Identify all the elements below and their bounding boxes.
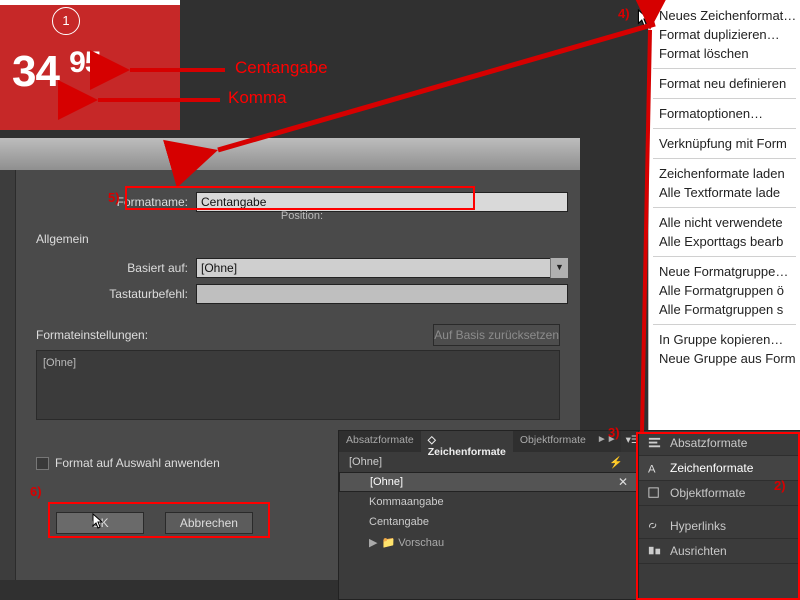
mi-new-group-from[interactable]: Neue Gruppe aus Form (649, 349, 800, 368)
ann-komma: Komma (228, 88, 287, 108)
settings-item: [Ohne] (43, 357, 76, 369)
tab-absatz[interactable]: Absatzformate (339, 431, 421, 452)
link-icon (647, 519, 662, 533)
dock-label: Ausrichten (670, 544, 727, 558)
folder-icon: 📁 (381, 537, 395, 549)
tab-objekt[interactable]: Objektformate (513, 431, 593, 452)
price-display: 34,95 (12, 47, 100, 97)
mi-new-charstyle[interactable]: Neues Zeichenformat… (649, 6, 800, 25)
mi-copy-group[interactable]: In Gruppe kopieren… (649, 330, 800, 349)
style-row-komma[interactable]: Kommaangabe (339, 492, 639, 512)
tab-objekt-label: Objektformate (520, 434, 586, 446)
mi-load-char[interactable]: Zeichenformate laden (649, 164, 800, 183)
price-cents: 95 (69, 46, 100, 79)
ann-centangabe: Centangabe (235, 58, 328, 78)
price-whole: 34 (12, 47, 59, 96)
dock-label: Zeichenformate (670, 461, 753, 475)
tab-absatz-label: Absatzformate (346, 434, 414, 446)
apply-checkbox[interactable] (36, 457, 49, 470)
basedon-select[interactable]: [Ohne] ▼ (196, 258, 568, 278)
object-icon (647, 486, 662, 500)
apply-on-selection-row[interactable]: Format auf Auswahl anwenden (36, 456, 220, 470)
cancel-button[interactable]: Abbrechen (165, 512, 253, 534)
style-row-vorschau[interactable]: ▶ 📁 Vorschau (339, 532, 639, 553)
tab-zeichen[interactable]: ◇ Zeichenformate (421, 431, 513, 452)
dock-objektformate[interactable]: Objektformate (639, 481, 800, 506)
mi-options[interactable]: Formatoptionen… (649, 104, 800, 123)
settings-listbox: [Ohne] (36, 350, 560, 420)
price-ad: 1 34,95 (0, 0, 180, 130)
mi-redefine[interactable]: Format neu definieren (649, 74, 800, 93)
context-menu: Neues Zeichenformat… Format duplizieren…… (648, 0, 800, 430)
dock-zeichenformate[interactable]: A Zeichenformate (639, 456, 800, 481)
menu-separator (653, 207, 796, 208)
style-label: Vorschau (398, 537, 444, 549)
paragraph-icon (647, 436, 662, 450)
close-icon[interactable]: ✕ (618, 473, 628, 491)
panel-expand-icon[interactable]: ►► (593, 431, 621, 452)
position-label: Position: (36, 210, 568, 222)
chevron-down-icon: ▼ (550, 258, 568, 278)
align-icon (647, 544, 662, 558)
mi-close-groups[interactable]: Alle Formatgruppen s (649, 300, 800, 319)
ok-button[interactable]: OK (56, 512, 144, 534)
menu-separator (653, 128, 796, 129)
mi-open-groups[interactable]: Alle Formatgruppen ö (649, 281, 800, 300)
mi-duplicate[interactable]: Format duplizieren… (649, 25, 800, 44)
price-comma: , (59, 63, 69, 107)
character-icon: A (647, 461, 662, 475)
badge-one: 1 (52, 7, 80, 35)
character-styles-panel: Absatzformate ◇ Zeichenformate Objektfor… (338, 430, 640, 600)
shortcut-input[interactable] (196, 284, 568, 304)
menu-separator (653, 324, 796, 325)
menu-separator (653, 68, 796, 69)
image-strip (0, 138, 580, 170)
tab-zeichen-label: Zeichenformate (428, 446, 506, 458)
mi-load-text[interactable]: Alle Textformate lade (649, 183, 800, 202)
svg-text:A: A (648, 463, 656, 474)
mi-link[interactable]: Verknüpfung mit Form (649, 134, 800, 153)
basedon-value: [Ohne] (201, 261, 237, 275)
ann-4: 4) (618, 6, 630, 21)
style-label: [Ohne] (349, 456, 382, 468)
shortcut-label: Tastaturbefehl: (36, 287, 196, 301)
section-settings: Formateinstellungen: (36, 328, 148, 342)
mi-export-tags[interactable]: Alle Exporttags bearb (649, 232, 800, 251)
formatname-label: Formatname: (36, 195, 196, 209)
cursor-icon (636, 9, 652, 29)
disclosure-triangle-icon: ▶ (369, 536, 377, 549)
apply-checkbox-label: Format auf Auswahl anwenden (55, 456, 220, 470)
dock-label: Absatzformate (670, 436, 747, 450)
dock-hyperlinks[interactable]: Hyperlinks (639, 514, 800, 539)
formatname-input[interactable] (196, 192, 568, 212)
dock-ausrichten[interactable]: Ausrichten (639, 539, 800, 564)
dock-label: Hyperlinks (670, 519, 726, 533)
panel-dock: Absatzformate A Zeichenformate Objektform… (638, 430, 800, 600)
style-label: [Ohne] (350, 473, 403, 491)
dock-label: Objektformate (670, 486, 745, 500)
mi-unused[interactable]: Alle nicht verwendete (649, 213, 800, 232)
style-row-cent[interactable]: Centangabe (339, 512, 639, 532)
style-row-ohne-selected[interactable]: [Ohne] ✕ (339, 472, 639, 492)
section-general: Allgemein (36, 232, 89, 246)
menu-separator (653, 256, 796, 257)
dialog-sidebar (0, 170, 16, 580)
mi-new-group[interactable]: Neue Formatgruppe… (649, 262, 800, 281)
reset-button[interactable]: Auf Basis zurücksetzen (433, 324, 560, 346)
bolt-icon: ⚡ (609, 456, 623, 469)
menu-separator (653, 98, 796, 99)
cursor-icon (91, 513, 105, 531)
basedon-label: Basiert auf: (36, 261, 196, 275)
mi-delete[interactable]: Format löschen (649, 44, 800, 63)
menu-separator (653, 158, 796, 159)
dock-absatzformate[interactable]: Absatzformate (639, 431, 800, 456)
